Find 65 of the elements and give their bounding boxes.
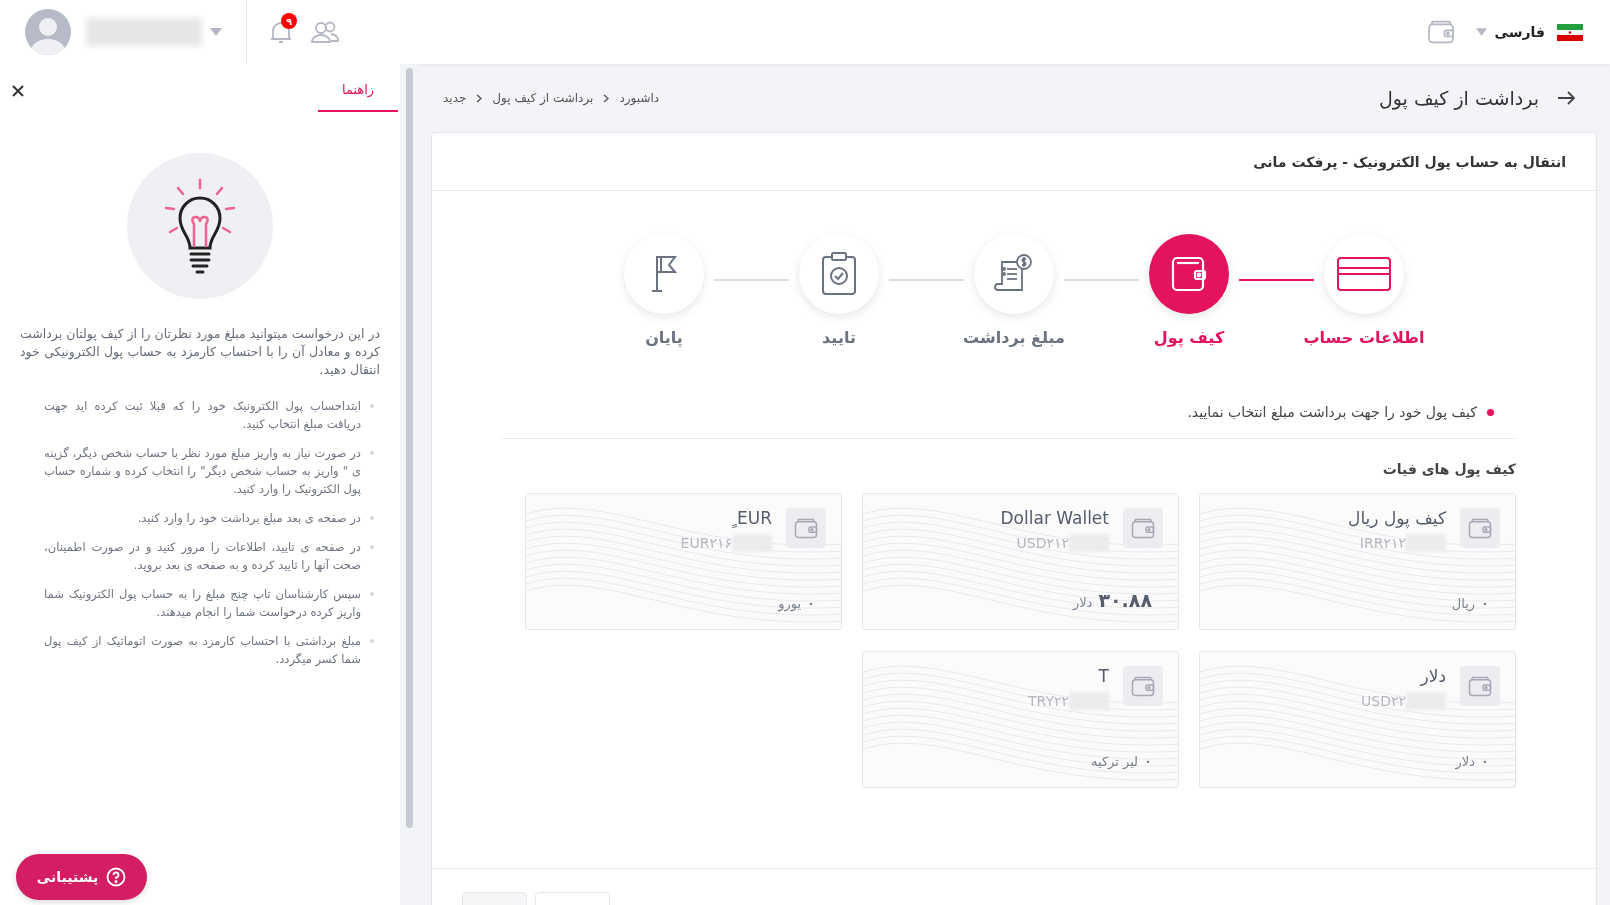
wallet-balance: ۳۰.۸۸	[1098, 589, 1152, 611]
wallet-card[interactable]: کیف پول ریال IRR۲۱۲ ۰ ریال	[1199, 493, 1516, 630]
currency-unit: دلار	[1455, 754, 1476, 769]
wallet-name: دلار	[1420, 666, 1446, 686]
wallet-icon	[1460, 508, 1500, 548]
breadcrumb-link[interactable]: برداشت از کیف پول	[492, 91, 594, 105]
step-label: مبلغ برداشت	[963, 328, 1065, 347]
step-label: کیف پول	[1153, 328, 1225, 347]
support-button[interactable]: پشتیبانی	[16, 854, 147, 900]
help-list-item: در صفحه ی تایید، اطلاعات را مرور کنید و در صورت اطمینان، صحت آنها را تایید کرده و به صفحه ی بعد بروید.	[44, 539, 361, 574]
notification-bell-icon[interactable]	[269, 19, 293, 45]
currency-unit: یورو	[778, 596, 802, 611]
wallet-balance: ۰	[1144, 754, 1152, 769]
account-number: EUR۲۱۶	[680, 535, 732, 551]
wallet-name: Dollar Wallet	[1000, 508, 1109, 528]
step-label: تایید	[822, 328, 856, 347]
clipboard-check-icon	[821, 252, 857, 296]
language-selector[interactable]: فارسی	[1494, 24, 1545, 40]
flag-icon[interactable]	[1557, 23, 1583, 41]
scrollbar[interactable]	[405, 68, 413, 828]
help-tab[interactable]: راهنما	[318, 82, 398, 112]
help-list-item: مبلغ برداشتی با احتساب کارمزد به صورت اتوماتیک از کیف پول شما کسر میگردد.	[44, 633, 361, 668]
card-icon	[1337, 257, 1391, 291]
step-label: اطلاعات حساب	[1303, 328, 1425, 347]
help-list-item: در صفحه ی بعد مبلغ برداشت خود را وارد کنید.	[137, 510, 361, 527]
flag-icon	[649, 254, 679, 294]
wallet-name: T	[1098, 666, 1109, 686]
wallet-icon	[1123, 666, 1163, 706]
section-title: کیف پول های فیات	[1381, 461, 1516, 477]
account-number: TRY۲۲	[1028, 693, 1069, 709]
step-label: پایان	[645, 328, 683, 347]
account-number: IRR۲۱۲	[1359, 535, 1406, 551]
wallet-name: کیف پول ریال	[1348, 508, 1446, 528]
instruction-text: کیف پول خود را جهت برداشت مبلغ انتخاب نمایید.	[1187, 404, 1477, 420]
account-number: USD۲۲	[1361, 693, 1406, 709]
chevron-icon	[476, 93, 483, 103]
help-list-item: ابتداحساب پول الکترونیک خود را که قبلا ثبت کرده اید جهت دریافت مبلغ انتخاب کنید.	[44, 398, 361, 433]
step-circle[interactable]	[1149, 234, 1229, 314]
card-title: انتقال به حساب پول الکترونیک - پرفکت مانی	[1253, 153, 1566, 170]
chevron-icon	[603, 93, 610, 103]
currency-unit: دلار	[1072, 595, 1093, 610]
breadcrumb-link[interactable]: داشبورد	[619, 91, 660, 105]
help-intro: در این درخواست میتوانید مبلغ مورد نظرتان را از کیف پولتان برداشت کرده و معادل آن را با احتساب کارمزد به حساب پول الکترونیکی خود انتقال دهید.	[20, 325, 380, 379]
page-title: برداشت از کیف پول	[1379, 87, 1539, 109]
help-list-item: در صورت نیاز به واریز مبلغ مورد نظر با حساب شخص دیگر، گزینه ی " واریز به حساب شخص دیگر" را انتخاب کرده و شماره حساب پول الکترونیک را وارد کنید.	[44, 445, 361, 498]
notification-count: ۹	[281, 13, 297, 29]
wallet-icon	[1123, 508, 1163, 548]
help-icon	[106, 867, 127, 887]
wallet-balance: ۰	[807, 596, 815, 611]
wallet-balance: ۰	[1481, 596, 1489, 611]
wallet-icon	[1460, 666, 1500, 706]
help-list-item: سپس کارشناسان تاپ چنج مبلغ را به حساب پول الکترونیک شما واریز کرده درخواست شما را انجام میدهند.	[44, 586, 361, 621]
wallet-icon	[1169, 254, 1209, 294]
currency-unit: لیر ترکیه	[1091, 754, 1139, 769]
wallet-balance: ۰	[1481, 754, 1489, 769]
wallet-card[interactable]: EUR ٍ EUR۲۱۶ ۰ یورو	[525, 493, 842, 630]
wallet-name: EUR ٍ	[732, 508, 772, 528]
breadcrumb-link[interactable]: جدید	[443, 91, 467, 105]
bullet-dot-icon	[1487, 408, 1494, 416]
account-number: USD۲۱۲	[1016, 535, 1069, 551]
currency-unit: ریال	[1451, 596, 1476, 611]
close-icon[interactable]	[12, 85, 24, 97]
wallet-icon	[786, 508, 826, 548]
back-arrow-icon[interactable]	[1557, 91, 1575, 105]
wallet-card[interactable]: دلار USD۲۲ ۰ دلار	[1199, 651, 1516, 788]
